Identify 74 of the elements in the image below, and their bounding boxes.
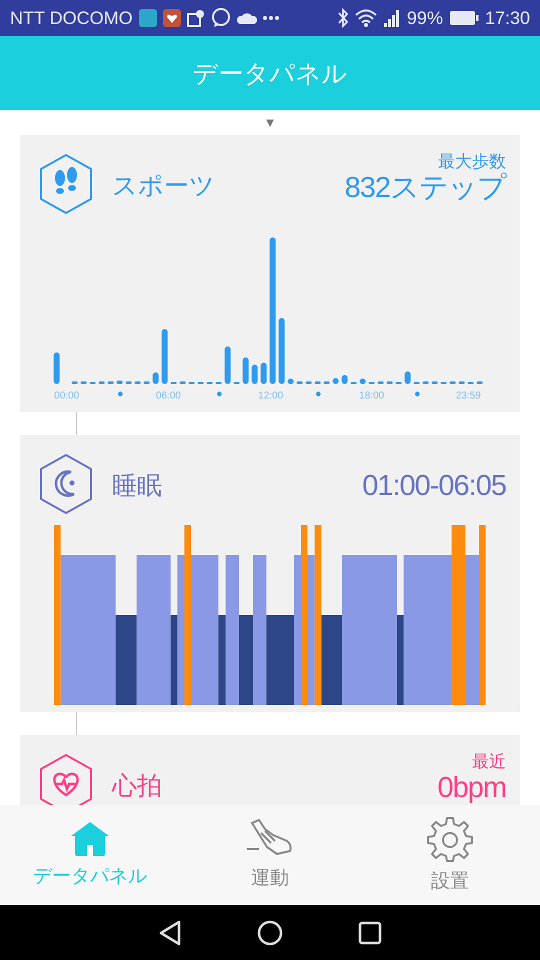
- step-bar: [432, 381, 438, 384]
- step-bar: [314, 381, 321, 384]
- signal-icon: [382, 9, 401, 27]
- axis-label: 12:00: [258, 390, 284, 402]
- moon-icon: [38, 453, 94, 515]
- step-bar: [278, 318, 285, 384]
- step-bar: [116, 380, 123, 384]
- card-title: 睡眠: [112, 471, 162, 502]
- home-icon: [70, 821, 110, 857]
- step-bar: [378, 381, 384, 384]
- step-bar: [224, 346, 231, 384]
- step-bar: [252, 364, 258, 384]
- step-bar: [422, 381, 429, 384]
- step-bar: [360, 378, 366, 384]
- step-bar: [288, 378, 294, 384]
- card-label: 最近: [472, 753, 506, 771]
- step-bar: [108, 381, 114, 384]
- card-title: スポーツ: [112, 171, 215, 202]
- step-bar: [342, 375, 348, 384]
- nav-tab[interactable]: 設置: [360, 805, 540, 905]
- step-bar: [134, 381, 141, 384]
- header-title: データパネル: [192, 58, 348, 90]
- expand-marker[interactable]: ▼: [264, 110, 276, 135]
- axis-label: 23:59: [456, 390, 481, 402]
- nav-tab[interactable]: 運動: [180, 805, 360, 905]
- step-bar: [324, 381, 330, 384]
- cloud-icon: [236, 12, 257, 24]
- settings-icon: [427, 816, 473, 862]
- battery-percent: 99%: [406, 8, 443, 28]
- card-value: 01:00-06:05: [362, 471, 506, 502]
- clock-time: 17:30: [484, 8, 530, 28]
- step-bar: [450, 381, 456, 384]
- card-label: 最大歩数: [438, 153, 506, 171]
- step-bar: [54, 352, 60, 384]
- back-button[interactable]: [158, 920, 182, 946]
- recents-button[interactable]: [358, 920, 382, 944]
- step-bar: [296, 381, 303, 384]
- more-icon: [262, 16, 279, 20]
- heart-pulse-icon: [38, 753, 94, 805]
- step-dot: [118, 392, 123, 396]
- app-notification-icon: [138, 9, 157, 27]
- axis-label: 00:00: [54, 390, 80, 402]
- step-bar: [242, 357, 249, 384]
- wifi-icon: [354, 9, 377, 27]
- step-bar: [144, 381, 150, 384]
- card-title: 心拍: [112, 771, 162, 802]
- step-bar: [306, 381, 312, 384]
- step-bar: [404, 371, 411, 384]
- step-dot: [217, 392, 222, 396]
- battery-icon: [448, 10, 479, 26]
- axis-label: 06:00: [156, 390, 181, 402]
- step-dot: [316, 392, 321, 396]
- step-bar: [72, 381, 78, 384]
- step-bar: [98, 381, 105, 384]
- footprints-icon: [38, 153, 94, 215]
- step-bar: [386, 381, 393, 384]
- step-bar: [80, 381, 87, 384]
- home-button[interactable]: [256, 920, 283, 946]
- step-bar: [162, 329, 168, 384]
- card-value: 0bpm: [437, 773, 506, 804]
- step-bar: [332, 378, 339, 384]
- card-value: 832ステップ: [344, 173, 506, 204]
- carrier-name: NTT DOCOMO: [10, 8, 133, 28]
- step-bar: [476, 381, 483, 384]
- nav-tab[interactable]: データパネル: [0, 805, 180, 905]
- heart-notification-icon: [162, 9, 181, 27]
- step-dot: [415, 392, 420, 396]
- step-bar: [180, 381, 186, 384]
- axis-label: 18:00: [359, 390, 384, 402]
- bluetooth-icon: [336, 8, 349, 28]
- step-bar: [458, 381, 465, 384]
- step-bar: [260, 362, 267, 384]
- step-bar: [126, 381, 132, 384]
- step-bar: [152, 372, 159, 384]
